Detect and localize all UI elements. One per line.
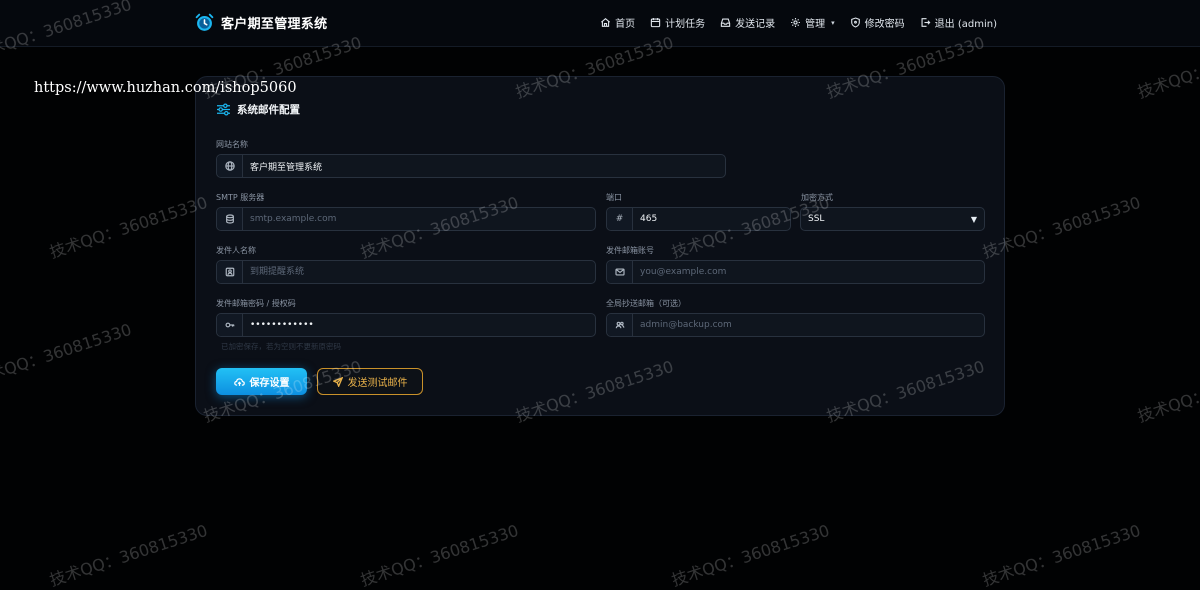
save-settings-label: 保存设置 bbox=[249, 378, 290, 389]
watermark-text: 技术QQ：360815330 bbox=[47, 192, 210, 262]
nav-change-password[interactable]: 修改密码 bbox=[850, 15, 905, 30]
calendar-icon bbox=[650, 18, 661, 28]
nav-manage-dropdown[interactable]: 管理 ▾ bbox=[790, 15, 835, 30]
sender-name-input[interactable] bbox=[243, 261, 595, 283]
nav-send-records[interactable]: 发送记录 bbox=[720, 15, 775, 30]
port-field[interactable]: # bbox=[606, 207, 791, 231]
users-icon bbox=[607, 314, 633, 336]
panel-title: 系统邮件配置 bbox=[216, 102, 300, 117]
sender-email-input[interactable] bbox=[633, 261, 984, 283]
mail-config-panel: 系统邮件配置 网站名称 SMTP 服务器 端口 # 加密方式 SSL ▼ 发件人… bbox=[195, 76, 1005, 416]
port-input[interactable] bbox=[633, 208, 790, 230]
site-name-label: 网站名称 bbox=[216, 140, 248, 149]
sender-name-field[interactable] bbox=[216, 260, 596, 284]
chevron-down-icon: ▾ bbox=[831, 18, 835, 27]
brand[interactable]: 客户期至管理系统 bbox=[194, 12, 327, 33]
smtp-server-label: SMTP 服务器 bbox=[216, 193, 265, 202]
inbox-icon bbox=[720, 18, 731, 27]
password-input[interactable] bbox=[243, 314, 595, 336]
paper-plane-icon bbox=[332, 376, 343, 387]
nav-scheduled-tasks-label: 计划任务 bbox=[665, 19, 706, 30]
key-icon bbox=[217, 314, 243, 336]
cc-email-label: 全局抄送邮箱（可选） bbox=[606, 299, 686, 308]
sender-name-label: 发件人名称 bbox=[216, 246, 256, 255]
database-icon bbox=[217, 208, 243, 230]
logout-icon bbox=[921, 18, 931, 27]
shield-icon bbox=[850, 17, 860, 28]
main-nav: 首页 计划任务 发送记录 管理 ▾ 修改密码 退出 (admin) bbox=[600, 15, 997, 30]
user-card-icon bbox=[217, 261, 243, 283]
encryption-select[interactable]: SSL ▼ bbox=[800, 207, 985, 231]
panel-title-text: 系统邮件配置 bbox=[237, 104, 300, 116]
watermark-text: 技术QQ：360815330 bbox=[980, 520, 1143, 590]
envelope-icon bbox=[607, 261, 633, 283]
cloud-upload-icon bbox=[233, 377, 245, 386]
send-test-email-button[interactable]: 发送测试邮件 bbox=[317, 368, 423, 395]
save-settings-button[interactable]: 保存设置 bbox=[216, 368, 307, 395]
caret-down-icon: ▼ bbox=[970, 214, 977, 224]
encryption-value: SSL bbox=[808, 214, 825, 224]
site-name-input[interactable] bbox=[243, 155, 725, 177]
app-title: 客户期至管理系统 bbox=[221, 17, 328, 32]
nav-logout[interactable]: 退出 (admin) bbox=[920, 15, 997, 30]
top-navbar: 客户期至管理系统 首页 计划任务 发送记录 管理 ▾ 修改密码 退出 (admi… bbox=[0, 0, 1200, 47]
password-label: 发件邮箱密码 / 授权码 bbox=[216, 299, 296, 308]
sender-email-field[interactable] bbox=[606, 260, 985, 284]
watermark-text: 技术QQ：360815330 bbox=[358, 520, 521, 590]
password-field[interactable] bbox=[216, 313, 596, 337]
home-icon bbox=[601, 18, 611, 27]
overlay-url-text: https://www.huzhan.com/ishop5060 bbox=[34, 80, 297, 96]
smtp-server-field[interactable] bbox=[216, 207, 596, 231]
nav-send-records-label: 发送记录 bbox=[735, 19, 776, 30]
port-label: 端口 bbox=[606, 193, 622, 202]
nav-scheduled-tasks[interactable]: 计划任务 bbox=[650, 15, 705, 30]
watermark-text: 技术QQ：360815330 bbox=[0, 319, 134, 389]
globe-icon bbox=[217, 155, 243, 177]
site-name-field[interactable] bbox=[216, 154, 726, 178]
cc-email-field[interactable] bbox=[606, 313, 985, 337]
nav-logout-label: 退出 (admin) bbox=[934, 19, 997, 30]
nav-manage-label: 管理 bbox=[805, 19, 826, 30]
sliders-icon bbox=[217, 103, 230, 116]
sender-email-label: 发件邮箱账号 bbox=[606, 246, 654, 255]
cc-email-input[interactable] bbox=[633, 314, 984, 336]
smtp-server-input[interactable] bbox=[243, 208, 595, 230]
send-test-email-label: 发送测试邮件 bbox=[347, 378, 408, 389]
gear-icon bbox=[791, 18, 801, 27]
nav-home[interactable]: 首页 bbox=[600, 15, 635, 30]
password-hint: 已加密保存，若为空则不更新原密码 bbox=[221, 342, 341, 351]
nav-home-label: 首页 bbox=[615, 19, 636, 30]
watermark-text: 技术QQ：360815330 bbox=[669, 520, 832, 590]
encryption-label: 加密方式 bbox=[801, 193, 833, 202]
watermark-text: 技术QQ：360815330 bbox=[1135, 356, 1200, 426]
alarm-clock-icon bbox=[195, 13, 214, 31]
nav-change-password-label: 修改密码 bbox=[864, 19, 905, 30]
watermark-text: 技术QQ：360815330 bbox=[47, 520, 210, 590]
hash-icon: # bbox=[607, 208, 633, 230]
